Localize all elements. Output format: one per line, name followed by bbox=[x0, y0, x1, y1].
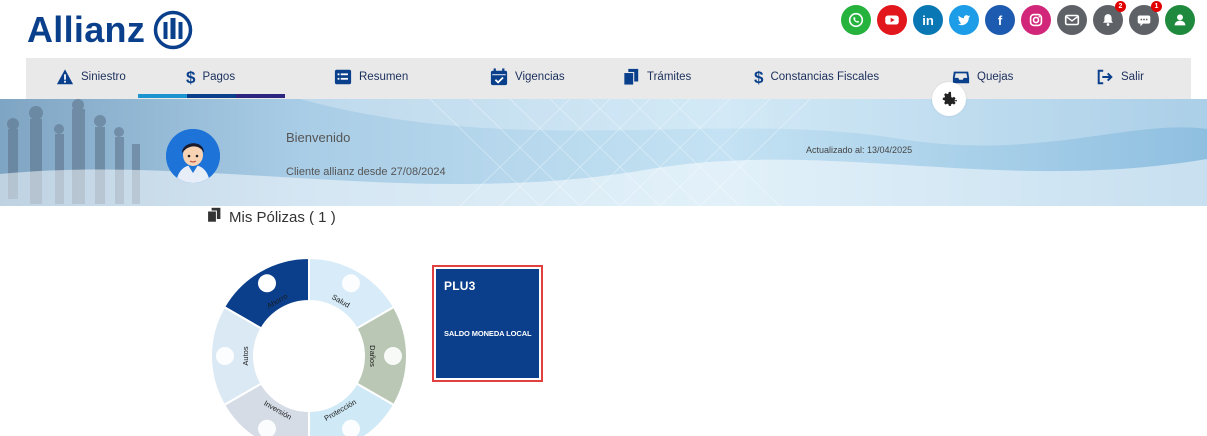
balance-label: SALDO MONEDA LOCAL bbox=[444, 329, 532, 338]
dollar-icon: $ bbox=[754, 67, 764, 87]
notification-count-badge: 2 bbox=[1115, 1, 1126, 12]
home-icon bbox=[384, 347, 402, 365]
facebook-button[interactable]: f bbox=[985, 5, 1015, 35]
policies-title: Mis Pólizas ( 1 ) bbox=[229, 208, 336, 226]
youtube-icon bbox=[883, 11, 901, 29]
nav-label: Pagos bbox=[202, 71, 236, 83]
chat-icon bbox=[1135, 11, 1153, 29]
wheel-center bbox=[255, 302, 363, 410]
nav-label: Quejas bbox=[977, 71, 1014, 83]
calendar-check-icon bbox=[490, 68, 508, 86]
nav-label: Trámites bbox=[647, 71, 692, 83]
user-icon bbox=[1171, 11, 1189, 29]
policy-card[interactable]: PLU3 SALDO MONEDA LOCAL bbox=[432, 265, 543, 382]
dollar-icon: $ bbox=[186, 67, 196, 87]
nav-item-tramites[interactable]: Trámites bbox=[622, 58, 691, 96]
logout-icon bbox=[1096, 68, 1114, 86]
piggy-bank-icon bbox=[258, 274, 276, 293]
twitter-icon bbox=[955, 11, 973, 29]
nav-label: Constancias Fiscales bbox=[770, 71, 880, 83]
wheel-label: Daños bbox=[368, 345, 377, 367]
wheel-label: Autos bbox=[241, 346, 250, 365]
active-tab-indicator bbox=[138, 94, 285, 98]
car-icon bbox=[216, 347, 234, 365]
nav-item-salir[interactable]: Salir bbox=[1096, 58, 1144, 96]
whatsapp-button[interactable] bbox=[841, 5, 871, 35]
nav-label: Siniestro bbox=[81, 71, 126, 83]
policy-number: PLU3 bbox=[444, 279, 476, 293]
warning-icon bbox=[56, 68, 74, 86]
nav-label: Salir bbox=[1121, 71, 1145, 83]
notification-count-badge: 1 bbox=[1151, 1, 1162, 12]
copy-icon bbox=[206, 207, 222, 227]
user-avatar-icon bbox=[166, 129, 220, 183]
instagram-icon bbox=[1027, 11, 1045, 29]
nav-label: Resumen bbox=[359, 71, 409, 83]
settings-button[interactable] bbox=[932, 82, 966, 116]
youtube-button[interactable] bbox=[877, 5, 907, 35]
chat-button[interactable]: 1 bbox=[1129, 1, 1162, 35]
linkedin-button[interactable]: in bbox=[913, 5, 943, 35]
twitter-button[interactable] bbox=[949, 5, 979, 35]
instagram-button[interactable] bbox=[1021, 5, 1051, 35]
notifications-button[interactable]: 2 bbox=[1093, 1, 1126, 35]
nav-item-resumen[interactable]: Resumen bbox=[334, 58, 408, 96]
whatsapp-icon bbox=[847, 11, 865, 29]
welcome-text: Bienvenido bbox=[286, 130, 351, 145]
insurance-category-wheel: Ahorro Salud Daños Protección Inversión Autos bbox=[209, 256, 409, 436]
allianz-emblem-icon bbox=[153, 10, 193, 50]
list-icon bbox=[334, 68, 352, 86]
main-nav: Siniestro $ Pagos Resumen Vigencias Trám… bbox=[26, 58, 1191, 99]
nav-item-constancias-fiscales[interactable]: $ Constancias Fiscales bbox=[754, 58, 879, 96]
health-kit-icon bbox=[342, 274, 360, 293]
copy-icon bbox=[622, 68, 640, 86]
nav-label: Vigencias bbox=[515, 71, 565, 83]
policies-heading: Mis Pólizas ( 1 ) bbox=[206, 207, 336, 227]
gear-icon bbox=[942, 91, 957, 106]
mail-button[interactable] bbox=[1057, 5, 1087, 35]
notifications-icon bbox=[1099, 11, 1117, 29]
avatar[interactable] bbox=[166, 129, 220, 183]
nav-item-vigencias[interactable]: Vigencias bbox=[490, 58, 565, 96]
linkedin-icon: in bbox=[922, 12, 934, 28]
brand-name: Allianz bbox=[27, 9, 146, 50]
user-button[interactable] bbox=[1165, 5, 1195, 35]
nav-item-siniestro[interactable]: Siniestro bbox=[56, 58, 126, 96]
mail-icon bbox=[1063, 11, 1081, 29]
updated-date-text: Actualizado al: 13/04/2025 bbox=[806, 145, 913, 155]
facebook-icon: f bbox=[997, 12, 1003, 28]
allianz-logo[interactable]: Allianz bbox=[27, 8, 193, 52]
social-bar: in f 2 1 bbox=[841, 1, 1195, 35]
nav-item-pagos[interactable]: $ Pagos bbox=[186, 58, 235, 96]
client-since-text: Cliente allianz desde 27/08/2024 bbox=[286, 166, 446, 178]
